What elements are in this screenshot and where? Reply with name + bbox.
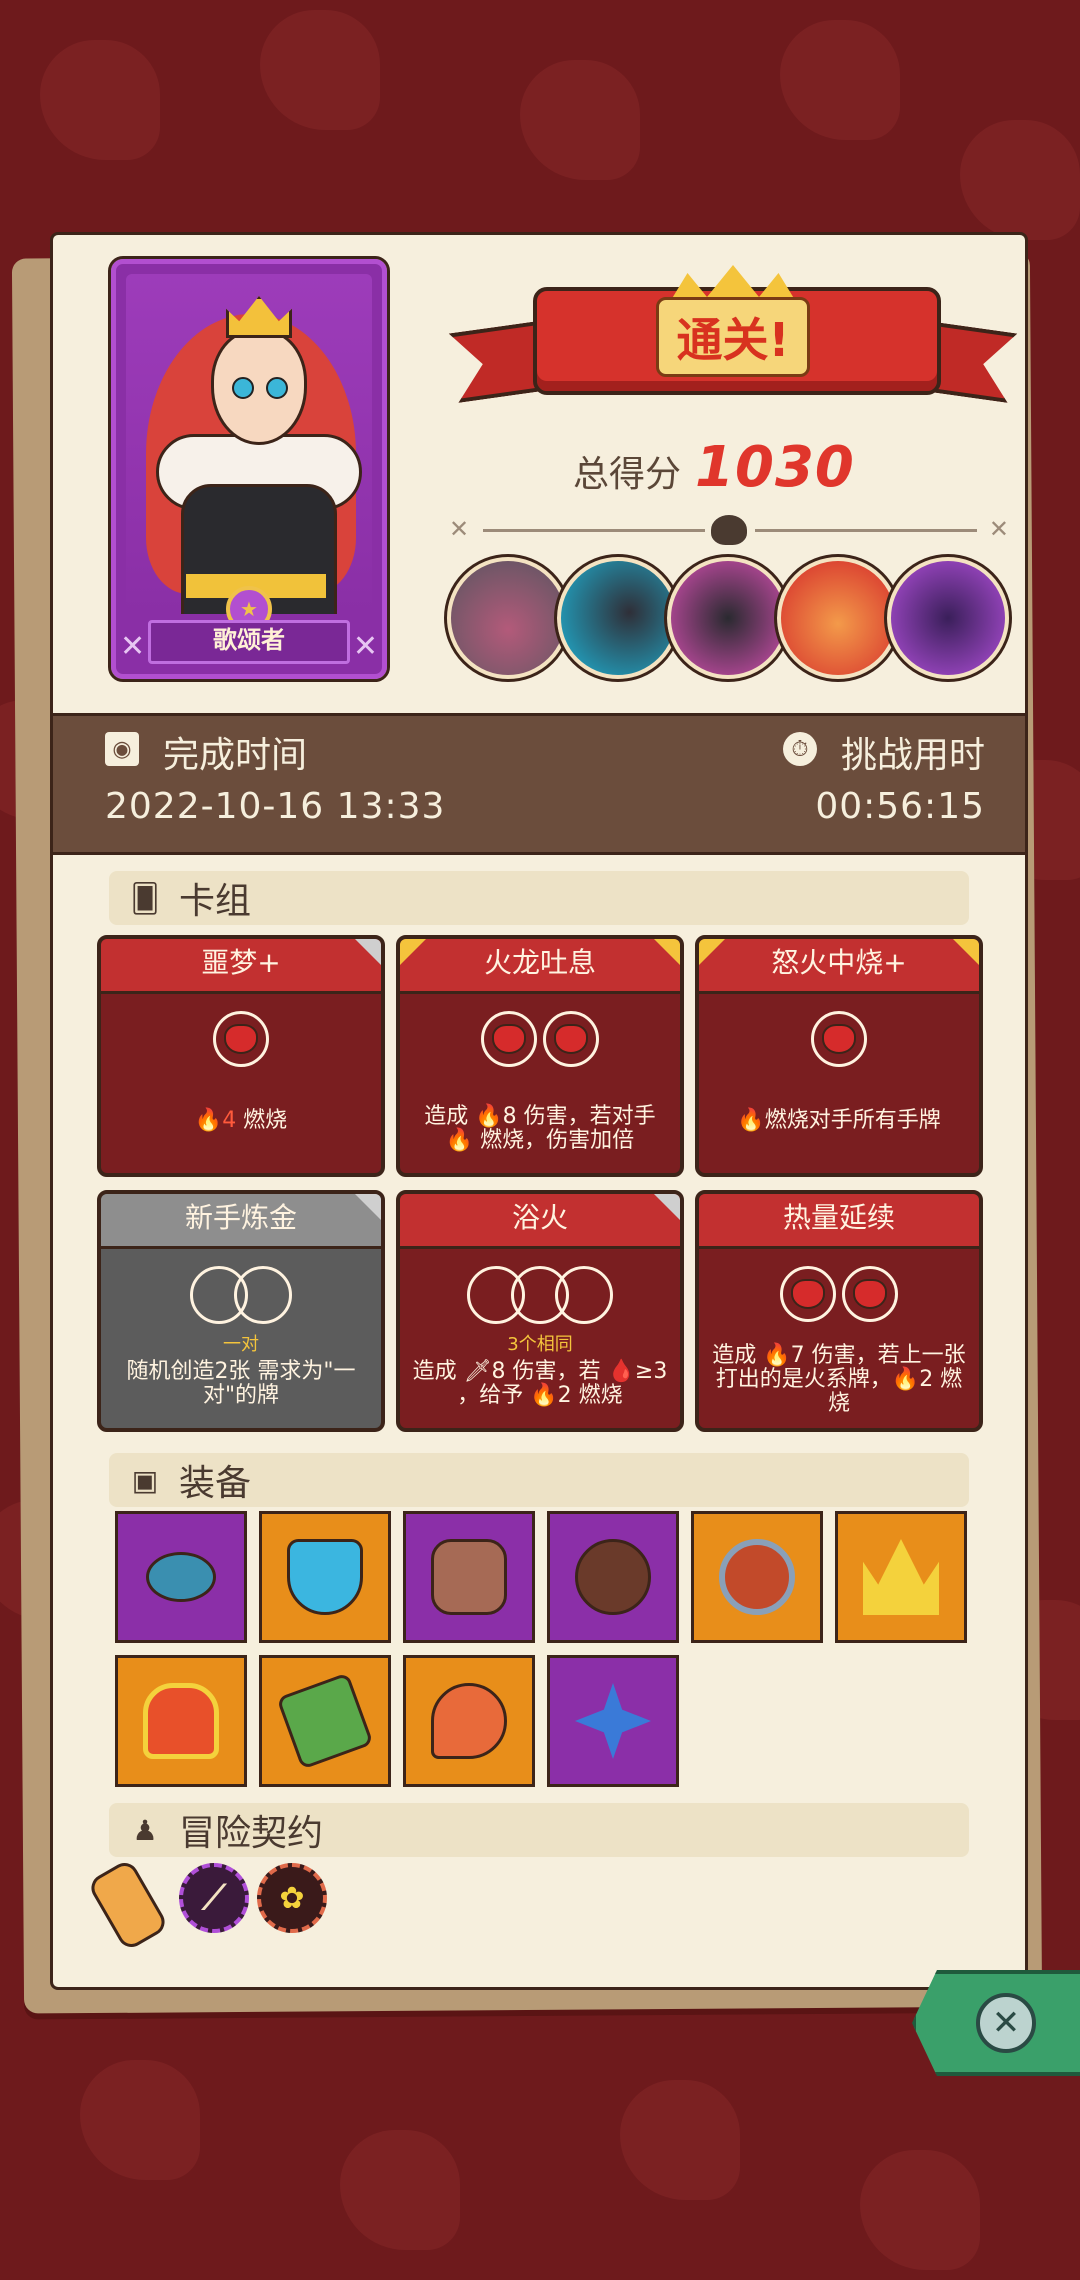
stone-golem-boss-avatar[interactable] (444, 554, 572, 682)
lava-amulet-icon[interactable] (691, 1511, 823, 1643)
cube-icon: ▣ (131, 1463, 159, 1497)
leaf-ring-icon[interactable] (115, 1511, 247, 1643)
deck-section-title: 卡组 (179, 881, 252, 922)
empty-slot-icon (555, 1266, 613, 1324)
flame-crown-icon[interactable] (115, 1655, 247, 1787)
boss-divider: ✕ ✕ (449, 515, 1009, 545)
skull-icon (711, 515, 747, 545)
cherry-slot-icon (213, 1011, 269, 1067)
challenge-duration-label: 挑战用时 (840, 735, 985, 776)
film-clock-icon: ◉ (105, 732, 139, 766)
crossed-swords-left-icon: ✕ (449, 515, 470, 543)
slot-requirement: 3个相同 (507, 1334, 573, 1355)
card-description: 造成 🔥7 伤害，若上一张打出的是火系牌，🔥2 燃烧 (712, 1343, 966, 1416)
cherry-slot-icon (481, 1011, 537, 1067)
card-description: 随机创造2张 需求为"一对"的牌 (126, 1359, 356, 1408)
shadow-beast-boss-avatar[interactable] (554, 554, 682, 682)
score-label: 总得分 (573, 454, 682, 495)
scroll-icon[interactable] (86, 1857, 170, 1953)
card-title: 火龙吐息 (400, 939, 680, 994)
ringmaster-boss-avatar[interactable] (774, 554, 902, 682)
completion-time-label: 完成时间 (163, 735, 308, 776)
stopwatch-icon: ⏱ (783, 732, 817, 766)
meat-leg-icon[interactable] (403, 1655, 535, 1787)
empty-slot-icon (234, 1266, 292, 1324)
equipment-section-title: 装备 (179, 1463, 252, 1504)
completion-time-value: 2022-10-16 13:33 (105, 786, 446, 827)
result-panel: ★ ✕ ✕ 歌颂者 通关! 总得分 1030 ✕ ✕ ◉ 完成时间 2022-1… (50, 232, 1028, 1990)
card-description: 造成 🔥8 伤害，若对手 🔥 燃烧，伤害加倍 (424, 1104, 656, 1153)
cherry-slot-icon (811, 1011, 867, 1067)
bone-left-icon: ✕ (120, 629, 146, 664)
cherry-slot-icon (780, 1266, 836, 1322)
cherry-slot-icon (543, 1011, 599, 1067)
card-description: 造成 🗡8 伤害，若 🩸≥3 ，给予 🔥2 燃烧 (412, 1359, 668, 1408)
contract-section-title: 冒险契约 (179, 1813, 324, 1854)
time-info-band: ◉ 完成时间 2022-10-16 13:33 ⏱ 挑战用时 00:56:15 (53, 713, 1025, 855)
spiked-crystal-icon[interactable] (547, 1655, 679, 1787)
card-title: 浴火 (400, 1194, 680, 1249)
equipment-section-header: ▣ 装备 (109, 1453, 969, 1507)
score-row: 总得分 1030 (573, 435, 855, 500)
card-description: 🔥燃烧对手所有手牌 (737, 1108, 941, 1133)
card-title: 新手炼金 (101, 1194, 381, 1249)
deck-card[interactable]: 浴火 3个相同 造成 🗡8 伤害，若 🩸≥3 ，给予 🔥2 燃烧 (396, 1190, 684, 1432)
card-title: 怒火中烧+ (699, 939, 979, 994)
deck-card[interactable]: 新手炼金 一对 随机创造2张 需求为"一对"的牌 (97, 1190, 385, 1432)
close-icon: ✕ (976, 1993, 1036, 2053)
hero-card[interactable]: ★ ✕ ✕ 歌颂者 (108, 256, 390, 682)
fire-rune-stone-icon[interactable] (403, 1511, 535, 1643)
slot-requirement: 一对 (223, 1334, 259, 1355)
cards-icon: 🂠 (130, 881, 160, 915)
crossed-swords-right-icon: ✕ (988, 515, 1009, 543)
deck-card[interactable]: 噩梦+ 🔥4 燃烧 (97, 935, 385, 1177)
hero-name: 歌颂者 (148, 620, 350, 664)
mossy-stone-icon[interactable] (259, 1655, 391, 1787)
ice-shield-icon[interactable] (259, 1511, 391, 1643)
dark-knight-boss-avatar[interactable] (664, 554, 792, 682)
deck-card[interactable]: 火龙吐息 造成 🔥8 伤害，若对手 🔥 燃烧，伤害加倍 (396, 935, 684, 1177)
deck-section-header: 🂠 卡组 (109, 871, 969, 925)
hero-portrait (126, 274, 372, 614)
challenge-duration-value: 00:56:15 (815, 786, 985, 827)
contract-section-header: ♟ 冒险契约 (109, 1803, 969, 1857)
card-title: 噩梦+ (101, 939, 381, 994)
bone-icon[interactable]: ⟋ (179, 1863, 249, 1933)
purple-demon-boss-avatar[interactable] (884, 554, 1012, 682)
card-description: 🔥4 燃烧 (194, 1108, 288, 1133)
card-title: 热量延续 (699, 1194, 979, 1249)
gold-crown-icon[interactable] (835, 1511, 967, 1643)
cherry-slot-icon (842, 1266, 898, 1322)
bone-right-icon: ✕ (352, 629, 378, 664)
close-button[interactable]: ✕ (912, 1970, 1080, 2076)
score-value: 1030 (695, 435, 855, 500)
wooden-button-icon[interactable] (547, 1511, 679, 1643)
flower-pot-icon[interactable]: ✿ (257, 1863, 327, 1933)
deck-card[interactable]: 怒火中烧+ 🔥燃烧对手所有手牌 (695, 935, 983, 1177)
victory-banner: 通关! (453, 265, 1013, 405)
person-stamp-icon: ♟ (132, 1813, 158, 1847)
banner-text: 通关! (655, 297, 811, 377)
deck-card[interactable]: 热量延续 造成 🔥7 伤害，若上一张打出的是火系牌，🔥2 燃烧 (695, 1190, 983, 1432)
